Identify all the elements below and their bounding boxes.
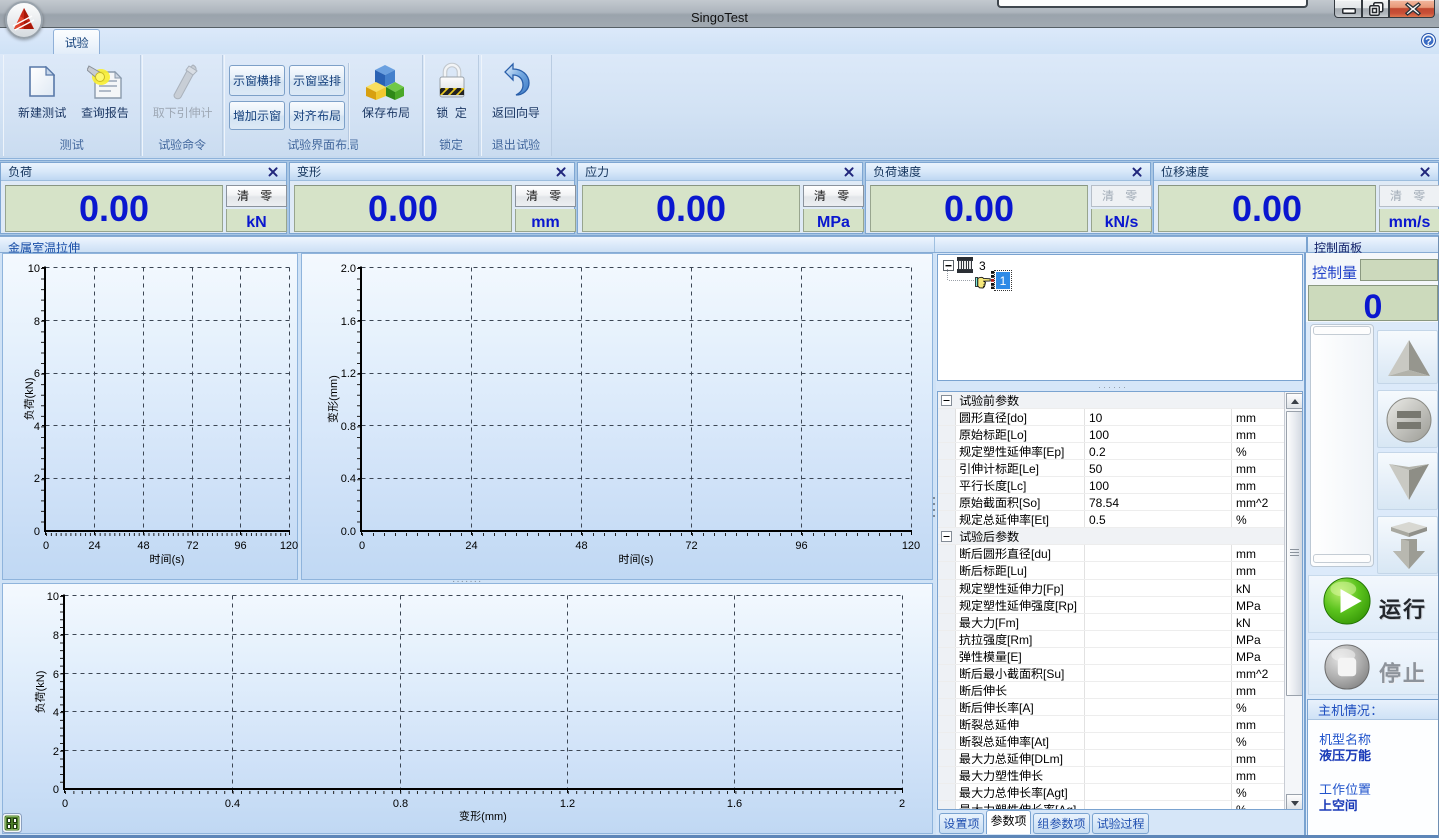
svg-text:0.8: 0.8	[341, 418, 356, 434]
svg-text:96: 96	[234, 537, 246, 553]
svg-text:1.6: 1.6	[341, 313, 356, 329]
svg-text:0: 0	[53, 781, 59, 797]
svg-text:8: 8	[34, 313, 40, 329]
svg-text:4: 4	[53, 704, 59, 720]
svg-text:0: 0	[43, 537, 49, 553]
svg-text:1.2: 1.2	[560, 795, 575, 811]
svg-text:2: 2	[34, 470, 40, 486]
svg-text:6: 6	[53, 666, 59, 682]
svg-text:8: 8	[53, 627, 59, 643]
svg-text:48: 48	[575, 537, 587, 553]
svg-text:2: 2	[899, 795, 905, 811]
svg-text:48: 48	[137, 537, 149, 553]
svg-text:2: 2	[53, 743, 59, 759]
svg-text:120: 120	[902, 537, 920, 553]
svg-text:0.4: 0.4	[225, 795, 240, 811]
svg-text:96: 96	[795, 537, 807, 553]
svg-text:0: 0	[359, 537, 365, 553]
svg-text:72: 72	[685, 537, 697, 553]
svg-text:120: 120	[280, 537, 298, 553]
svg-text:0.4: 0.4	[341, 470, 356, 486]
svg-text:10: 10	[28, 260, 40, 276]
svg-text:24: 24	[88, 537, 100, 553]
svg-text:0: 0	[62, 795, 68, 811]
svg-text:1.2: 1.2	[341, 365, 356, 381]
svg-text:1.6: 1.6	[727, 795, 742, 811]
svg-text:2.0: 2.0	[341, 260, 356, 276]
svg-text:0.8: 0.8	[393, 795, 408, 811]
svg-text:24: 24	[465, 537, 477, 553]
svg-text:0.0: 0.0	[341, 523, 356, 539]
svg-text:10: 10	[47, 588, 59, 604]
svg-text:0: 0	[34, 523, 40, 539]
svg-text:72: 72	[186, 537, 198, 553]
